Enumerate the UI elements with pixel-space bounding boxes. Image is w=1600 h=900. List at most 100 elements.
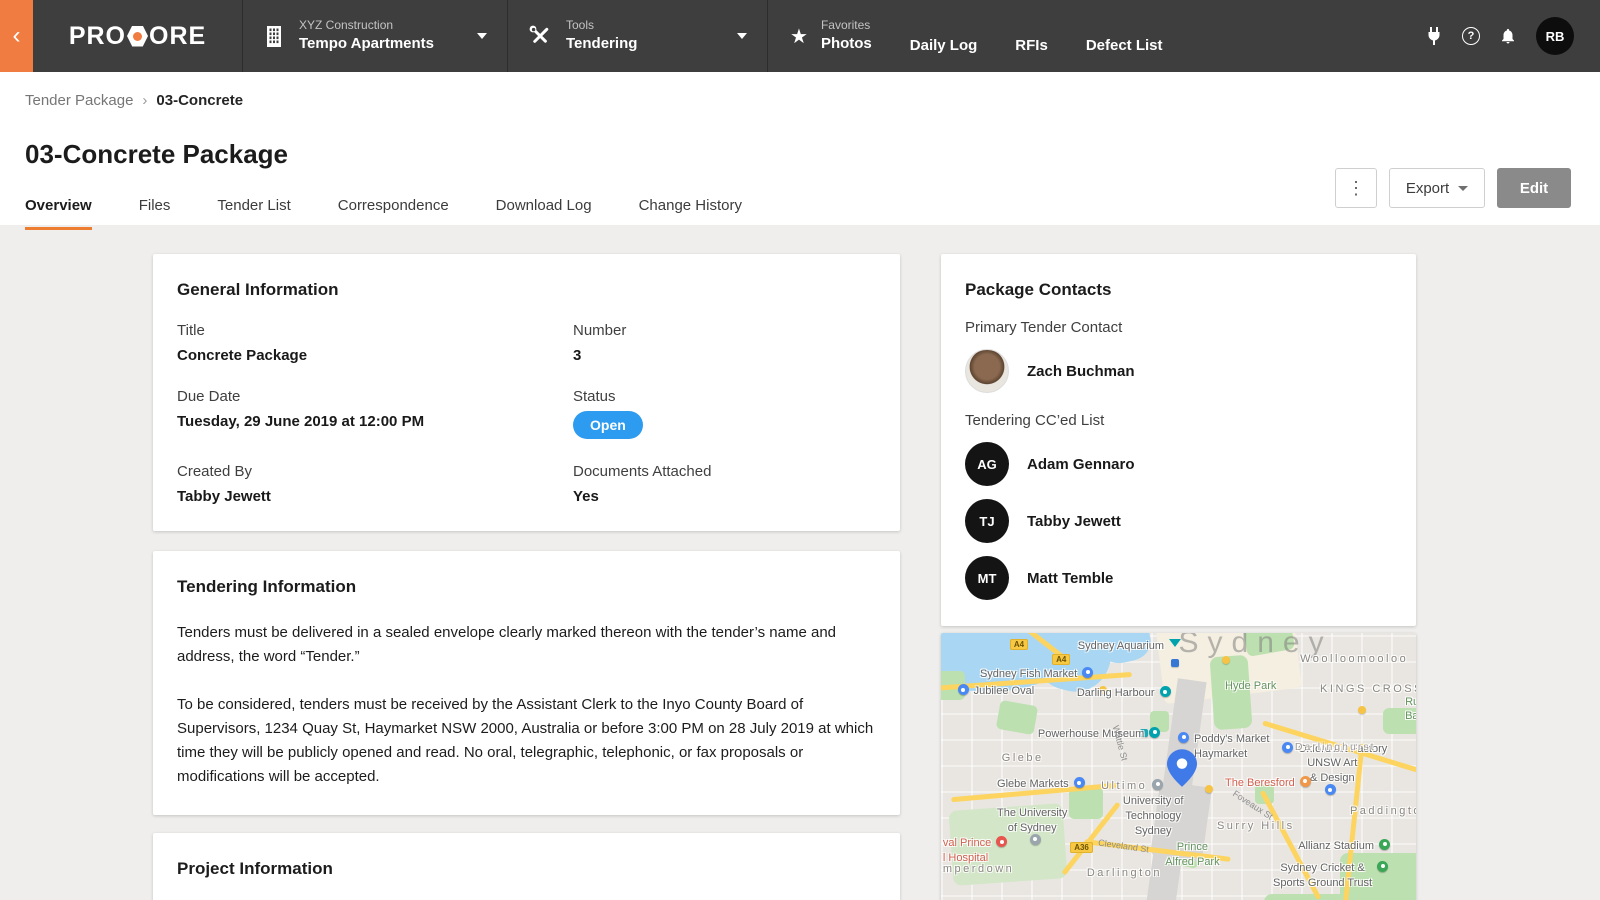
map-label: mperdown: [942, 863, 1015, 876]
map-label: Foveaux St: [1230, 788, 1275, 822]
logo-text-right: ORE: [149, 21, 207, 50]
map-label: Sydney Aquarium: [1078, 638, 1182, 654]
road-badge: A36: [1070, 842, 1093, 854]
map-pin[interactable]: [1167, 749, 1198, 787]
map-label: Powerhouse Museum: [1038, 726, 1161, 742]
map-label: Paddington: [1349, 805, 1416, 818]
map-label: Ultimo: [1101, 778, 1164, 794]
map-label: Darling Harbour: [1077, 686, 1171, 701]
field-title: Title Concrete Package: [177, 322, 308, 364]
chevron-down-icon: [737, 33, 747, 39]
map-dot-marker: [1170, 659, 1179, 668]
page-title: 03-Concrete Package: [25, 139, 289, 169]
active-tool-name: Tendering: [566, 35, 638, 53]
tab-overview[interactable]: Overview: [25, 197, 92, 230]
map-dot-marker: [1358, 706, 1367, 715]
nav-link-daily-log[interactable]: Daily Log: [910, 18, 978, 54]
building-icon: [263, 24, 285, 48]
tab-download-log[interactable]: Download Log: [496, 197, 592, 230]
cc-contact-row[interactable]: TJ Tabby Jewett: [965, 499, 1392, 543]
tool-picker[interactable]: Tools Tendering: [508, 0, 768, 72]
tendering-information-card: Tendering Information Tenders must be de…: [153, 551, 900, 815]
cc-contact-row[interactable]: AG Adam Gennaro: [965, 442, 1392, 486]
contact-name: Zach Buchman: [1027, 362, 1135, 380]
page-header: Tender Package › 03-Concrete ⋮ Export Ed…: [0, 72, 1600, 230]
map-label: Woolloomooloo: [1300, 653, 1409, 666]
breadcrumb-parent-link[interactable]: Tender Package: [25, 92, 133, 109]
map-label: Darlinghurst: [1294, 741, 1376, 753]
user-avatar[interactable]: RB: [1536, 17, 1574, 55]
map-marker-icon: [1149, 726, 1161, 738]
favorite-photos-link[interactable]: ★ Favorites Photos: [768, 0, 872, 72]
project-information-card: Project Information: [153, 833, 900, 900]
map-label: [1324, 784, 1336, 796]
road-badge: A4: [1052, 653, 1071, 665]
map-label: KINGS CROSS: [1320, 683, 1416, 695]
project-name: Tempo Apartments: [299, 35, 435, 53]
breadcrumb: Tender Package › 03-Concrete: [0, 72, 1600, 109]
project-picker[interactable]: XYZ Construction Tempo Apartments: [243, 0, 508, 72]
field-created-by: Created By Tabby Jewett: [177, 463, 271, 505]
tendering-cc-list-label: Tendering CC’ed List: [965, 412, 1105, 429]
map-label: Glebe: [1001, 752, 1044, 765]
field-due-date: Due Date Tuesday, 29 June 2019 at 12:00 …: [177, 388, 425, 430]
top-navigation: ‹ PRO ORE XYZ Construction Tempo Apartme…: [0, 0, 1600, 72]
chevron-down-icon: [477, 33, 487, 39]
map-label: Rushcutt: [1405, 696, 1416, 709]
tendering-paragraph-2: To be considered, tenders must be receiv…: [177, 696, 874, 785]
map-label: UNSW Art & Design: [1307, 756, 1358, 784]
map-marker-icon: [1159, 686, 1171, 698]
map-label: Sydney Cricket & Sports Ground Trust: [1273, 860, 1389, 891]
tab-correspondence[interactable]: Correspondence: [338, 197, 449, 230]
export-button[interactable]: Export: [1389, 168, 1485, 208]
field-status: Status Open: [573, 388, 876, 439]
cc-contact-row[interactable]: MT Matt Temble: [965, 556, 1392, 600]
nav-link-rfis[interactable]: RFIs: [1015, 18, 1048, 54]
map-label: Surry Hills: [1216, 819, 1295, 832]
card-heading: Tendering Information: [177, 577, 357, 596]
tendering-paragraph-1: Tenders must be delivered in a sealed en…: [177, 624, 837, 665]
star-icon: ★: [790, 25, 808, 48]
marketplace-plug-icon[interactable]: [1425, 26, 1443, 46]
card-heading: General Information: [177, 280, 339, 299]
contact-photo-avatar: [965, 349, 1009, 393]
chevron-down-icon: [1458, 185, 1469, 191]
help-icon[interactable]: ?: [1462, 27, 1480, 45]
map-label: Sydney Fish Market: [980, 666, 1094, 682]
tab-files[interactable]: Files: [139, 197, 171, 230]
back-chevron-icon: ‹: [12, 22, 21, 49]
field-documents-attached: Documents Attached Yes: [573, 463, 712, 505]
map-marker-icon: [1377, 860, 1389, 872]
map-marker-icon: [1169, 638, 1182, 647]
map-marker-icon: [1178, 731, 1190, 743]
map-marker-icon: [957, 684, 969, 696]
map-label: Bay Par: [1405, 709, 1416, 722]
general-information-card: General Information Title Concrete Packa…: [153, 254, 900, 531]
notifications-bell-icon[interactable]: [1499, 26, 1517, 46]
card-heading: Package Contacts: [965, 280, 1112, 299]
map-marker-icon: [1282, 741, 1294, 753]
nav-link-defect-list[interactable]: Defect List: [1086, 18, 1163, 54]
edit-button[interactable]: Edit: [1497, 168, 1571, 208]
tools-label: Tools: [566, 18, 595, 33]
contact-name: Adam Gennaro: [1027, 455, 1135, 473]
procore-logo[interactable]: PRO ORE: [33, 0, 243, 72]
kebab-icon: ⋮: [1347, 177, 1365, 198]
field-number: Number 3: [573, 322, 627, 364]
logo-nut-icon: [127, 25, 148, 47]
contact-name: Tabby Jewett: [1027, 512, 1121, 530]
collapse-sidebar-button[interactable]: ‹: [0, 0, 33, 72]
favorite-links: Daily Log RFIs Defect List: [872, 0, 1163, 72]
map-label: Darlington: [1086, 866, 1162, 879]
map-label: University of Technology Sydney: [1122, 794, 1184, 837]
contact-name: Matt Temble: [1027, 569, 1114, 587]
more-options-kebab-button[interactable]: ⋮: [1335, 168, 1377, 208]
tab-tender-list[interactable]: Tender List: [217, 197, 290, 230]
tab-change-history[interactable]: Change History: [639, 197, 742, 230]
location-map[interactable]: Sydney Sydney Aquarium Woolloomooloo Sydney…: [941, 633, 1416, 900]
primary-contact-row[interactable]: Zach Buchman: [965, 349, 1392, 393]
logo-text-left: PRO: [68, 21, 126, 50]
map-marker-icon: [1299, 775, 1311, 787]
package-contacts-card: Package Contacts Primary Tender Contact …: [941, 254, 1416, 626]
contact-initials-avatar: AG: [965, 442, 1009, 486]
